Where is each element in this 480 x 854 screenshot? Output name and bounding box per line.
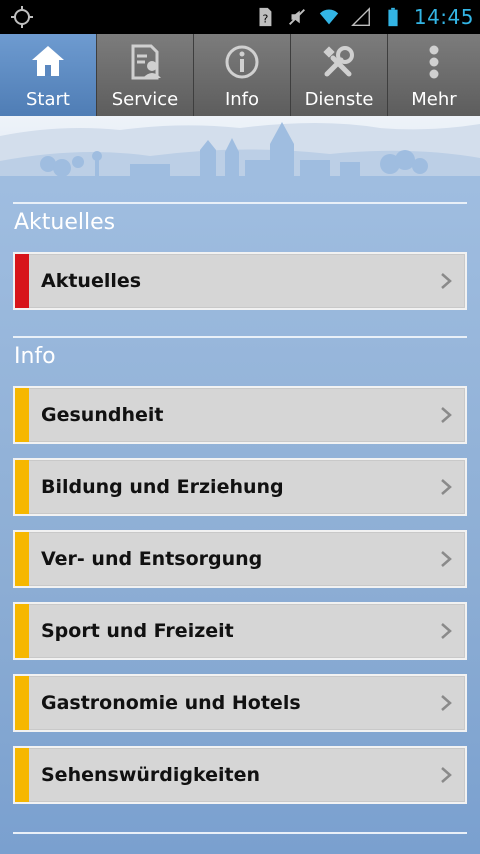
list-item-gastronomie[interactable]: Gastronomie und Hotels: [13, 674, 467, 732]
list-item-aktuelles[interactable]: Aktuelles: [13, 252, 467, 310]
section-divider: [13, 336, 467, 338]
chevron-right-icon: [441, 273, 452, 289]
item-label: Gastronomie und Hotels: [41, 692, 301, 714]
list-item-bildung[interactable]: Bildung und Erziehung: [13, 458, 467, 516]
accent-bar: [15, 748, 29, 802]
signal-icon: [350, 7, 370, 26]
clock: 14:45: [413, 5, 474, 29]
tab-mehr[interactable]: Mehr: [388, 34, 480, 116]
tab-label: Info: [224, 89, 260, 110]
gps-icon: [11, 6, 33, 28]
tab-label: Service: [111, 89, 179, 110]
section-divider: [13, 202, 467, 204]
item-label: Ver- und Entsorgung: [41, 548, 263, 570]
more-vertical-icon: [429, 45, 439, 79]
item-label: Sport und Freizeit: [41, 620, 234, 642]
chevron-right-icon: [441, 623, 452, 639]
chevron-right-icon: [441, 767, 452, 783]
chevron-right-icon: [441, 479, 452, 495]
skyline-illustration: [0, 122, 480, 186]
tools-icon: [323, 46, 354, 77]
chevron-right-icon: [441, 695, 452, 711]
sim-icon: ?: [259, 7, 272, 27]
battery-icon: [388, 7, 398, 27]
tab-start[interactable]: Start: [0, 34, 97, 116]
item-label: Sehenswürdigkeiten: [41, 764, 261, 786]
main-content: Aktuelles Aktuelles Info Gesundheit Bild…: [0, 186, 480, 854]
tab-label: Start: [26, 89, 70, 110]
list-item-entsorgung[interactable]: Ver- und Entsorgung: [13, 530, 467, 588]
chevron-right-icon: [441, 551, 452, 567]
item-label: Bildung und Erziehung: [41, 476, 284, 498]
list-item-gesundheit[interactable]: Gesundheit: [13, 386, 467, 444]
town-banner: [0, 116, 480, 186]
tab-bar: Start Service Info Dienste Mehr: [0, 34, 480, 116]
section-divider: [13, 832, 467, 834]
info-icon: [225, 45, 259, 79]
wifi-icon: [319, 9, 339, 25]
item-label: Aktuelles: [41, 270, 142, 292]
chevron-right-icon: [441, 407, 452, 423]
status-bar: ? 14:45: [0, 0, 480, 34]
mute-icon: [288, 9, 305, 25]
accent-bar: [15, 532, 29, 586]
item-label: Gesundheit: [41, 404, 164, 426]
list-item-sport[interactable]: Sport und Freizeit: [13, 602, 467, 660]
section-title-info: Info: [14, 344, 56, 369]
home-icon: [32, 46, 64, 76]
svg-text:?: ?: [262, 13, 268, 26]
accent-bar: [15, 254, 29, 308]
tab-service[interactable]: Service: [97, 34, 194, 116]
accent-bar: [15, 604, 29, 658]
document-person-icon: [131, 44, 161, 80]
accent-bar: [15, 676, 29, 730]
tab-label: Mehr: [411, 89, 457, 110]
accent-bar: [15, 460, 29, 514]
tab-label: Dienste: [304, 89, 374, 110]
accent-bar: [15, 388, 29, 442]
tab-info[interactable]: Info: [194, 34, 291, 116]
tab-dienste[interactable]: Dienste: [291, 34, 388, 116]
list-item-sehenswuerdigkeiten[interactable]: Sehenswürdigkeiten: [13, 746, 467, 804]
section-title-aktuelles: Aktuelles: [14, 210, 116, 235]
